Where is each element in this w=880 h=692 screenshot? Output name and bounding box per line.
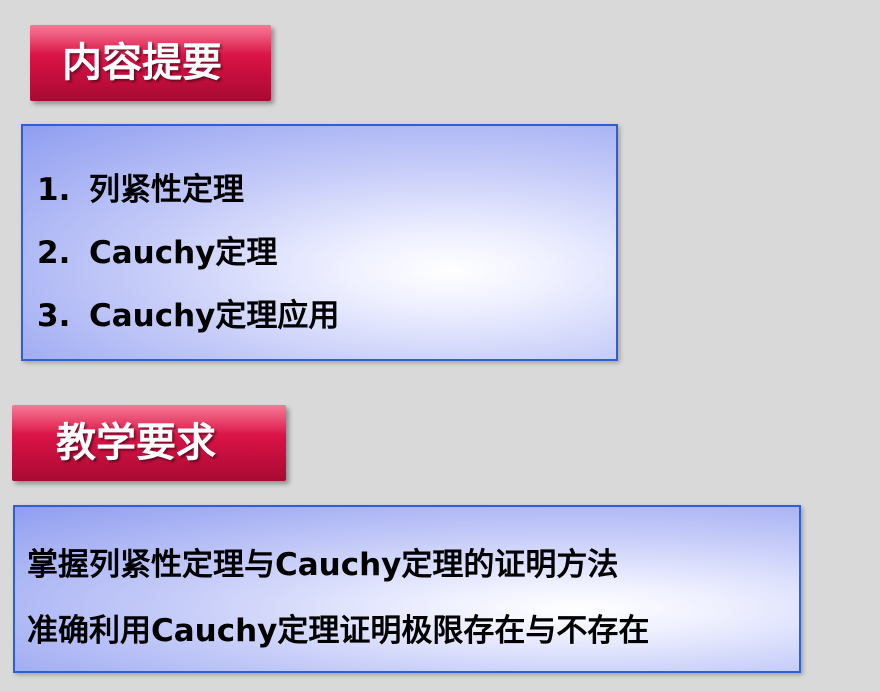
summary-item-text: Cauchy定理应用: [89, 298, 340, 334]
summary-panel: 1. 列紧性定理 2. Cauchy定理 3. Cauchy定理应用: [21, 124, 618, 361]
summary-item-3: 3. Cauchy定理应用: [37, 290, 339, 335]
summary-item-number: 3.: [37, 298, 71, 334]
requirements-title: 教学要求: [56, 420, 216, 466]
summary-item-1: 1. 列紧性定理: [37, 164, 244, 209]
summary-item-text: Cauchy定理: [89, 235, 278, 271]
summary-item-2: 2. Cauchy定理: [37, 227, 277, 272]
summary-item-number: 2.: [37, 235, 71, 271]
summary-title: 内容提要: [62, 40, 222, 86]
summary-item-text: 列紧性定理: [89, 172, 244, 208]
requirements-header-tab: 教学要求: [12, 405, 286, 481]
summary-header-tab: 内容提要: [30, 25, 271, 101]
requirements-panel: 掌握列紧性定理与Cauchy定理的证明方法 准确利用Cauchy定理证明极限存在…: [13, 505, 801, 673]
requirement-line-2: 准确利用Cauchy定理证明极限存在与不存在: [27, 613, 650, 649]
requirement-line-1: 掌握列紧性定理与Cauchy定理的证明方法: [27, 547, 619, 583]
summary-item-number: 1.: [37, 172, 71, 208]
